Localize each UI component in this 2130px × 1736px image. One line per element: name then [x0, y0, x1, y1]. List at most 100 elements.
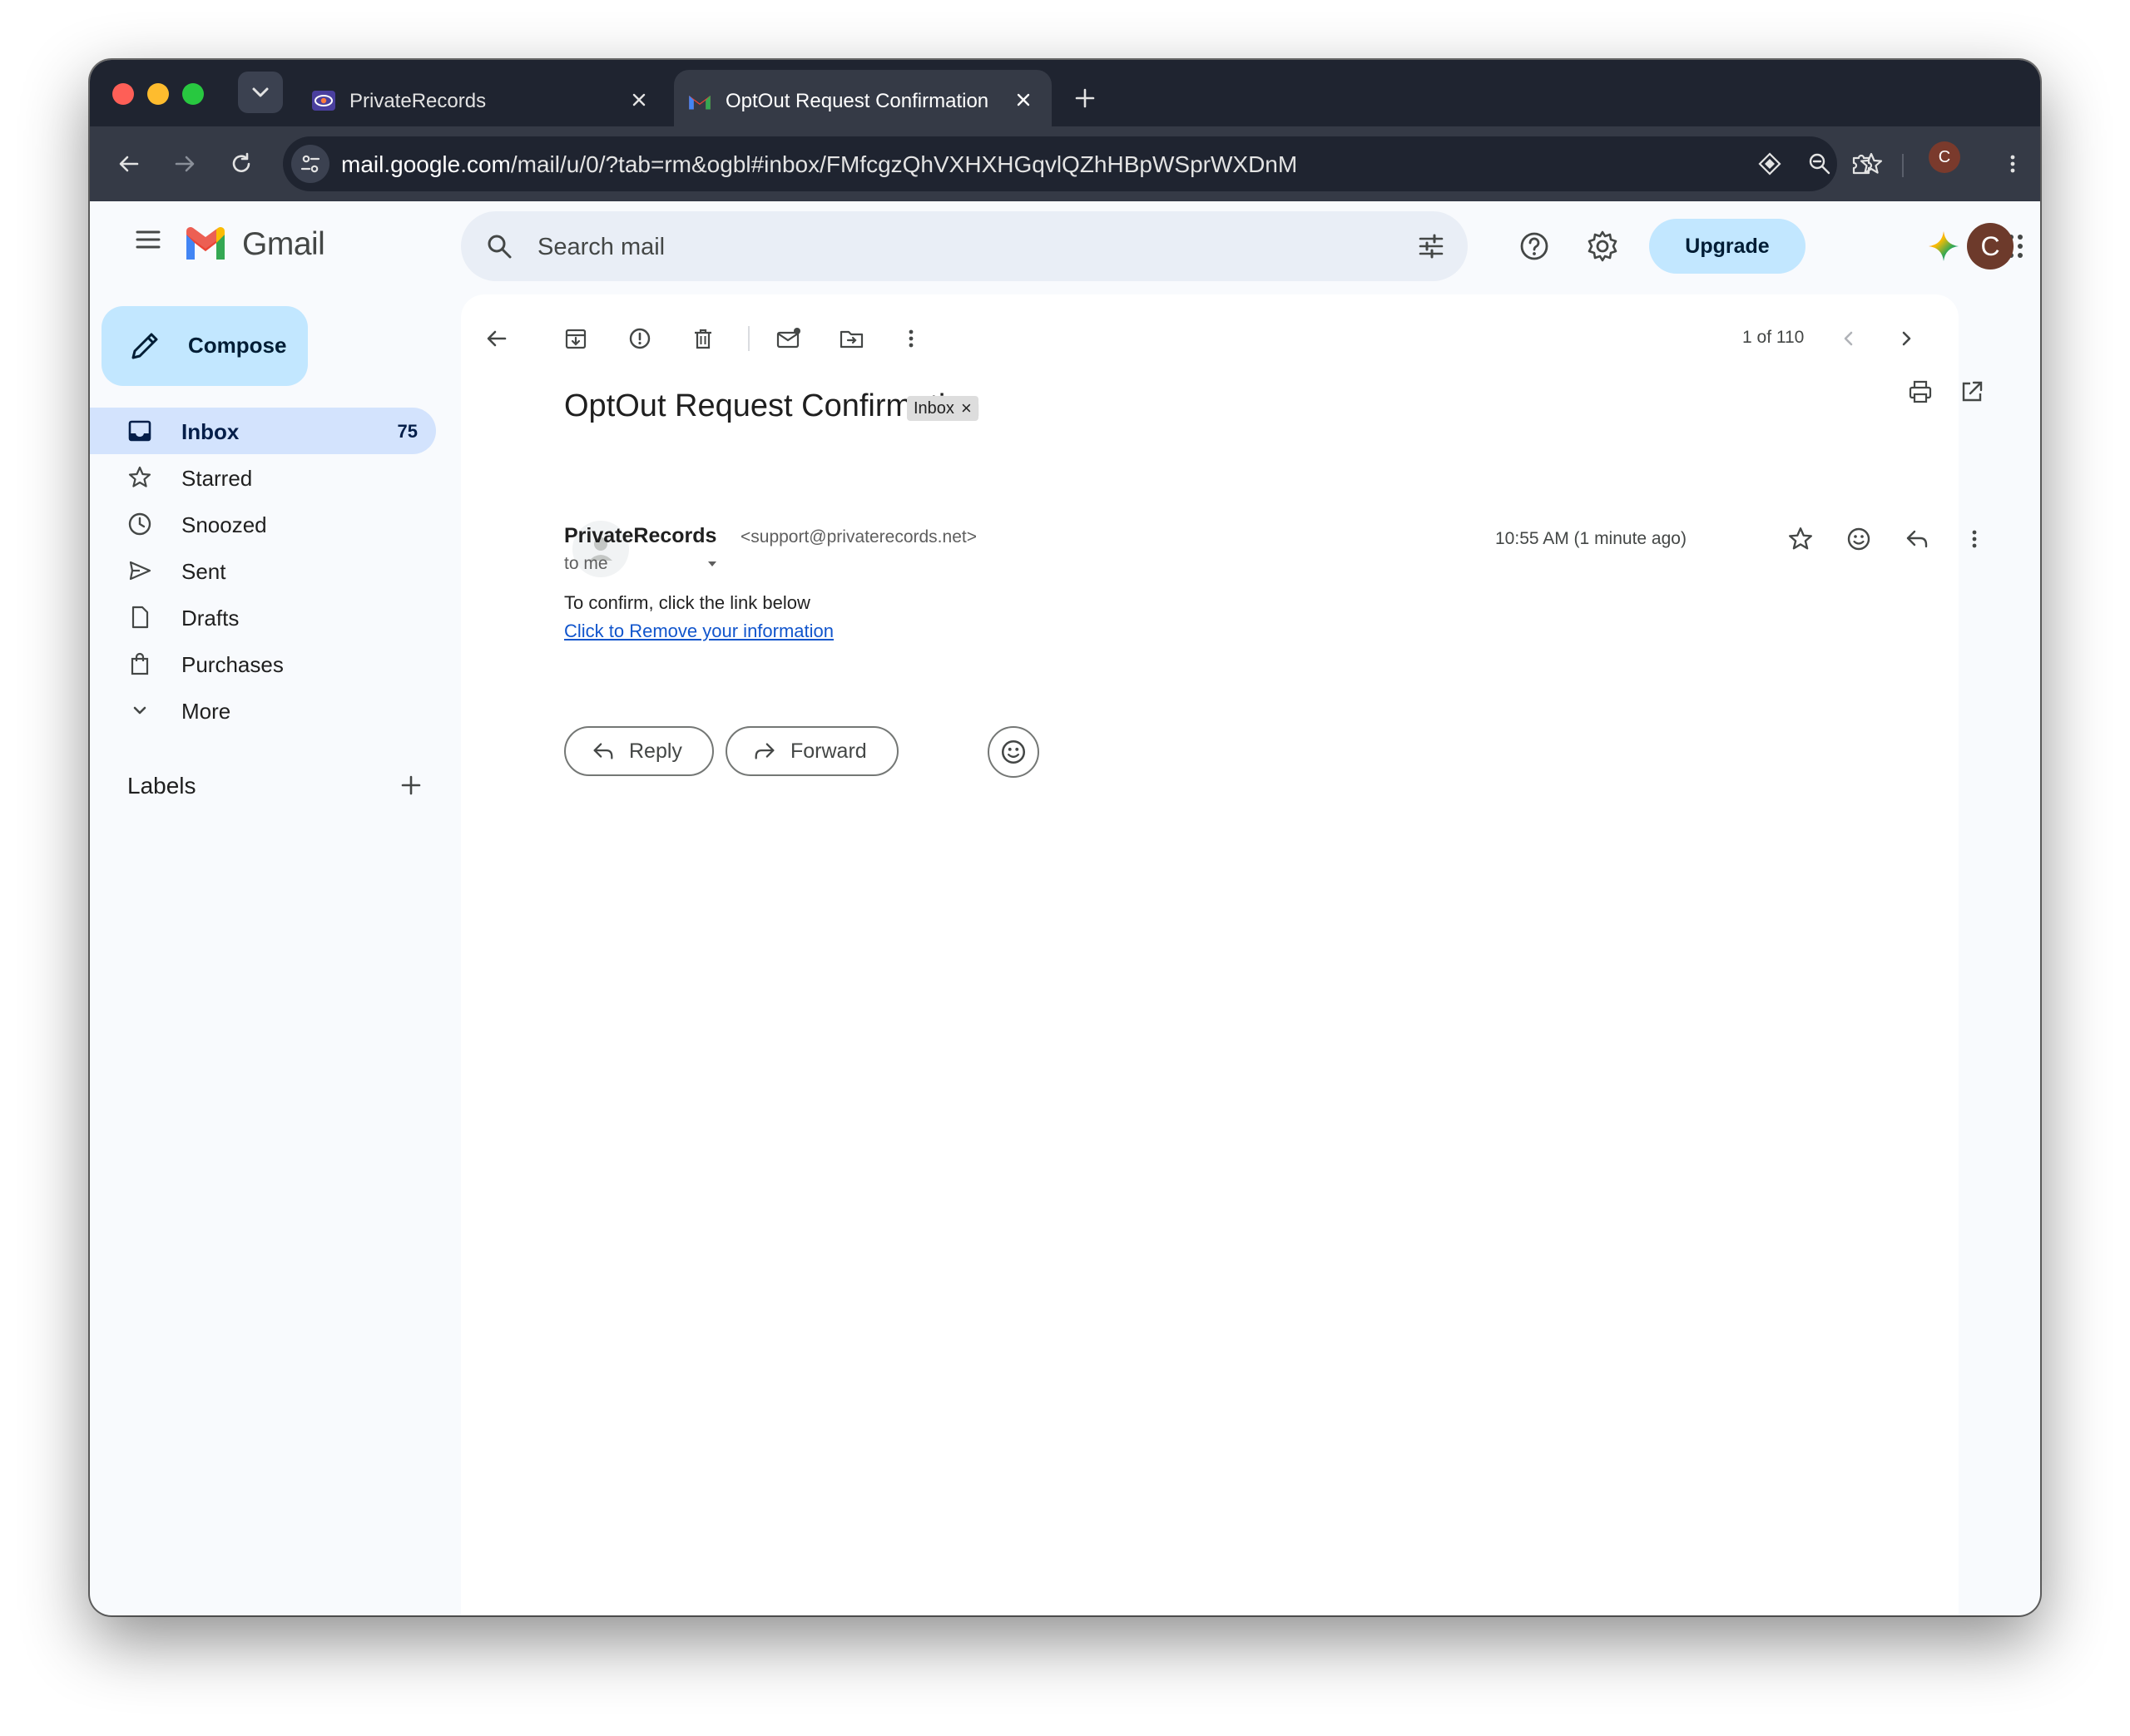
label-chip-inbox[interactable]: Inbox × [907, 396, 978, 421]
settings-button[interactable] [1582, 225, 1623, 267]
more-actions-button[interactable] [890, 318, 932, 359]
support-button[interactable] [1513, 225, 1555, 267]
chevron-right-icon [1902, 331, 1911, 346]
address-bar[interactable]: mail.google.com/mail/u/0/?tab=rm&ogbl#in… [283, 136, 1883, 191]
arrow-left-icon [119, 156, 139, 172]
upgrade-button[interactable]: Upgrade [1649, 219, 1806, 274]
forward-icon [755, 743, 775, 759]
star-message-button[interactable] [1779, 517, 1822, 561]
react-pill-button[interactable] [988, 726, 1039, 778]
sender-email: <support@privaterecords.net> [741, 527, 977, 547]
sidebar-item-purchases[interactable]: Purchases [90, 640, 436, 687]
add-reaction-button[interactable] [1837, 517, 1880, 561]
compose-label: Compose [188, 333, 287, 358]
browser-tab-strip: PrivateRecords OptOut Request Confirmati… [90, 60, 2040, 126]
window-close-button[interactable] [112, 83, 134, 105]
sender-name[interactable]: PrivateRecords [564, 524, 716, 548]
reply-icon [1906, 530, 1928, 548]
reply-pill-button[interactable]: Reply [564, 726, 714, 776]
show-details-button[interactable] [702, 554, 722, 574]
chrome-menu-button[interactable] [1994, 145, 2032, 183]
report-icon [629, 328, 651, 349]
inbox-icon [126, 418, 153, 444]
trash-icon [695, 329, 711, 349]
archive-button[interactable] [555, 318, 597, 359]
url-text[interactable]: mail.google.com/mail/u/0/?tab=rm&ogbl#in… [341, 151, 1297, 178]
pencil-icon [131, 333, 158, 359]
sidebar-item-drafts[interactable]: Drafts [90, 594, 436, 640]
reply-button[interactable] [1895, 517, 1939, 561]
report-spam-button[interactable] [619, 318, 661, 359]
plus-icon [401, 775, 421, 795]
toolbar-divider [748, 326, 750, 351]
gmail-logo[interactable] [183, 226, 228, 261]
clock-icon [126, 511, 153, 537]
sidebar-item-label: Inbox [181, 419, 240, 444]
message-timestamp: 10:55 AM (1 minute ago) [1495, 529, 1687, 548]
chevron-down-icon [126, 697, 153, 724]
mail-unread-icon [776, 328, 800, 349]
search-bar[interactable] [461, 211, 1468, 281]
reload-button[interactable] [222, 145, 260, 183]
privaterecords-favicon [312, 91, 335, 111]
forward-pill-button[interactable]: Forward [726, 726, 899, 776]
remove-label-icon[interactable]: × [961, 398, 972, 419]
sidebar-item-label: Sent [181, 559, 226, 584]
gmail-favicon [689, 95, 711, 110]
zoom-icon [1809, 153, 1830, 175]
sidebar-item-snoozed[interactable]: Snoozed [90, 501, 436, 547]
window-minimize-button[interactable] [147, 83, 169, 105]
gmail-wordmark: Gmail [242, 226, 325, 262]
tab-close-button[interactable] [622, 83, 656, 116]
create-label-button[interactable] [393, 767, 429, 804]
recipient-summary: to me [564, 554, 608, 573]
compose-button[interactable]: Compose [102, 306, 308, 386]
sidebar-item-inbox[interactable]: Inbox 75 [90, 408, 436, 454]
new-tab-button[interactable] [1065, 78, 1105, 118]
url-host: mail.google.com [341, 151, 511, 177]
more-vert-icon [2010, 155, 2015, 173]
delete-button[interactable] [682, 318, 724, 359]
emoji-icon [1001, 739, 1026, 764]
sidebar-item-more[interactable]: More [90, 687, 436, 734]
zoom-button[interactable] [1801, 145, 1839, 183]
open-in-new-icon [1962, 381, 1983, 402]
window-maximize-button[interactable] [182, 83, 204, 105]
tune-icon [300, 155, 320, 173]
open-new-window-button[interactable] [1951, 371, 1993, 413]
remove-info-link[interactable]: Click to Remove your information [564, 621, 834, 642]
gemini-button[interactable] [1923, 225, 1964, 267]
tab-close-button[interactable] [1007, 83, 1040, 116]
back-button[interactable] [110, 145, 148, 183]
back-to-inbox-button[interactable] [476, 318, 518, 359]
tab-optout-confirmation[interactable]: OptOut Request Confirmation [674, 70, 1052, 126]
tab-search-button[interactable] [238, 72, 283, 113]
sidebar-item-sent[interactable]: Sent [90, 547, 436, 594]
search-button[interactable] [479, 226, 519, 266]
reload-icon [232, 152, 250, 172]
mark-unread-button[interactable] [768, 318, 810, 359]
chevron-down-icon [252, 87, 269, 97]
forward-button[interactable] [166, 145, 204, 183]
account-avatar[interactable]: C [1967, 223, 2014, 270]
site-info-button[interactable] [291, 145, 329, 183]
print-all-button[interactable] [1900, 371, 1941, 413]
toolbar-divider [1902, 154, 1904, 177]
labels-heading: Labels [127, 773, 196, 799]
sidebar-item-starred[interactable]: Starred [90, 454, 436, 501]
newer-button[interactable] [1828, 318, 1870, 359]
move-to-button[interactable] [831, 318, 873, 359]
gemini-sparkle-icon [1929, 231, 1959, 261]
search-input[interactable] [536, 228, 1371, 266]
search-options-button[interactable] [1411, 226, 1451, 266]
message-body-text: To confirm, click the link below [564, 592, 810, 613]
reply-icon [593, 743, 613, 759]
message-more-button[interactable] [1953, 517, 1996, 561]
older-button[interactable] [1885, 318, 1927, 359]
lens-button[interactable] [1751, 145, 1789, 183]
extensions-button[interactable] [1843, 145, 1881, 183]
main-menu-button[interactable] [121, 213, 175, 266]
chrome-profile-avatar[interactable]: C [1929, 141, 1960, 173]
label-chip-text: Inbox [914, 398, 954, 418]
tab-privaterecords[interactable]: PrivateRecords [298, 70, 667, 126]
